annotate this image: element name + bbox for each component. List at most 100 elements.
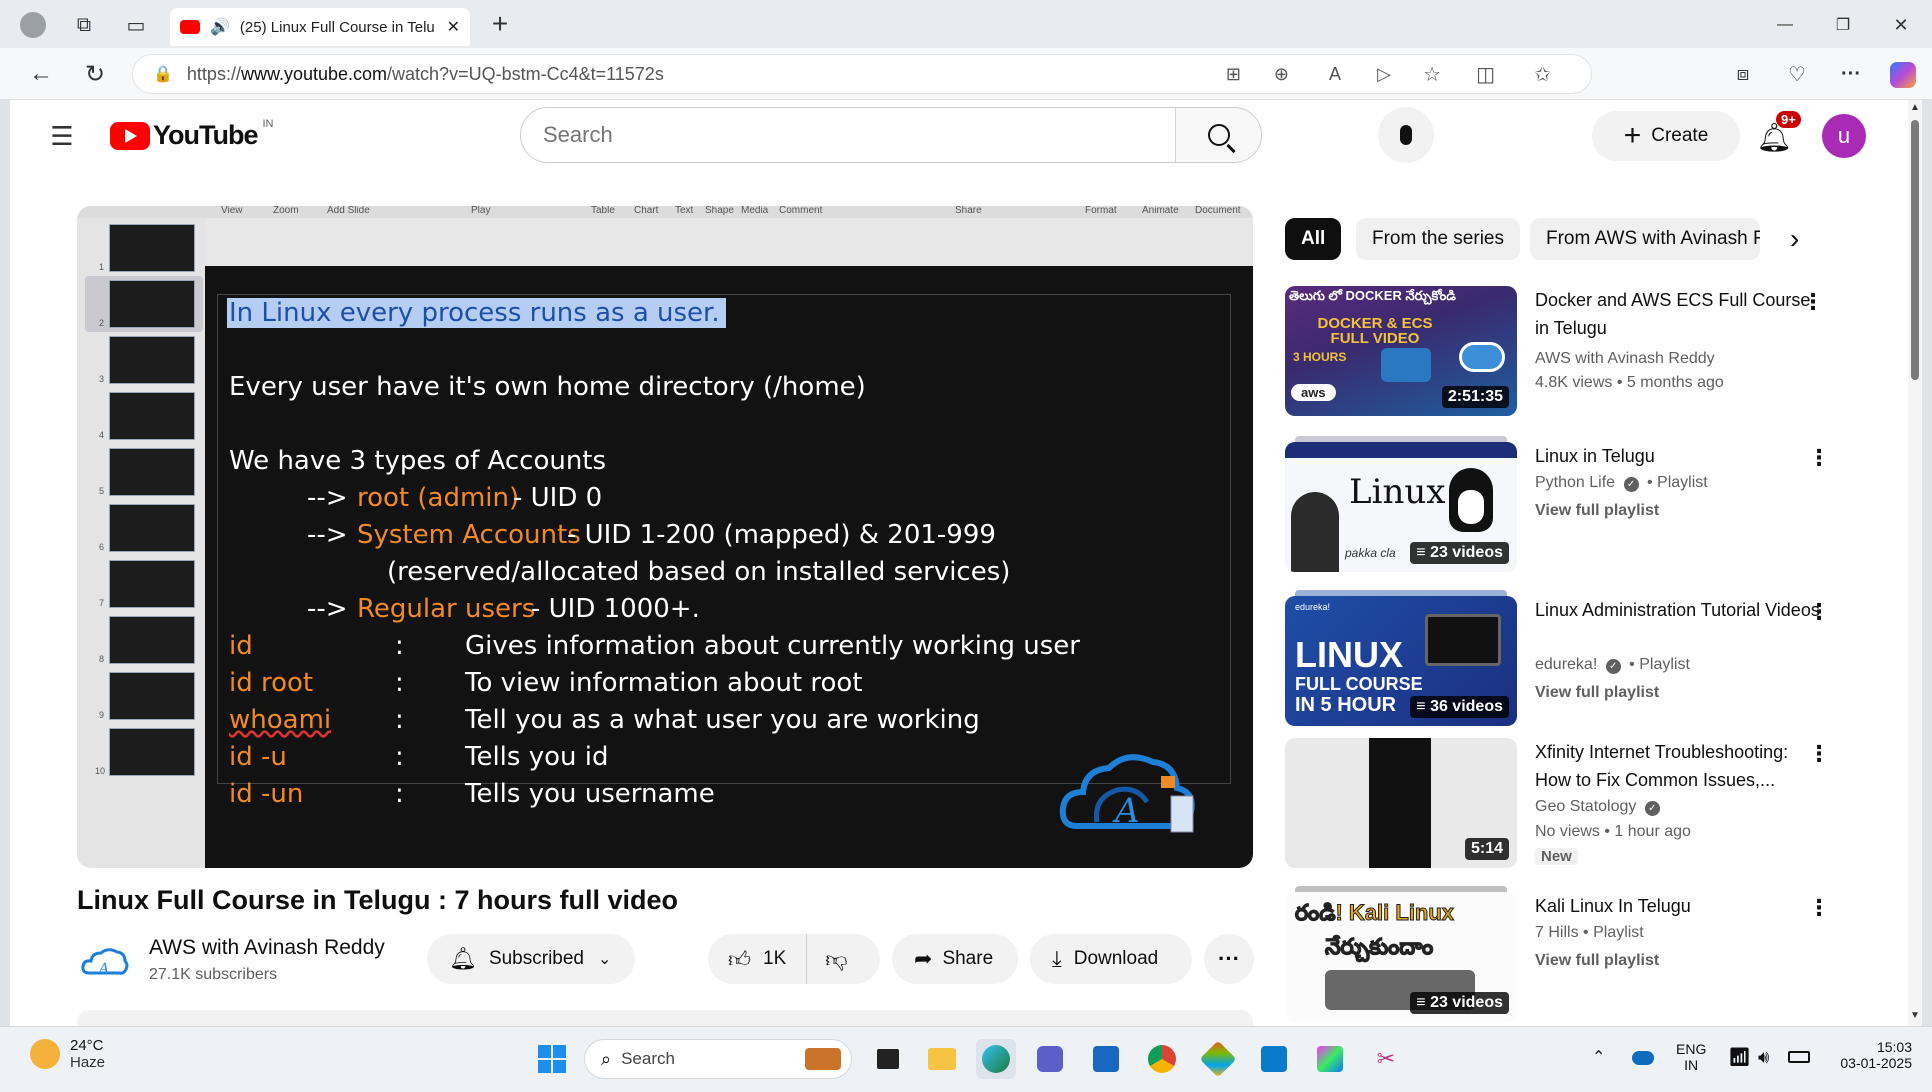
tab-close-icon[interactable]: ✕: [447, 17, 460, 37]
slide-thumb-5[interactable]: [109, 448, 195, 496]
slide-thumb-7[interactable]: [109, 560, 195, 608]
taskbar-search-box[interactable]: ⌕ Search: [584, 1039, 852, 1079]
playlist-title[interactable]: Linux Administration Tutorial Videos: [1535, 596, 1825, 624]
create-button[interactable]: + Create: [1592, 111, 1740, 161]
chip-all[interactable]: All: [1285, 218, 1342, 260]
profile-icon[interactable]: [20, 12, 46, 38]
channel-name[interactable]: 7 Hills: [1535, 924, 1579, 941]
video-menu-icon[interactable]: ⋮: [1807, 743, 1831, 768]
clock[interactable]: 15:03 03-01-2025: [1828, 1039, 1912, 1071]
video-menu-icon[interactable]: ⋮: [1807, 601, 1831, 626]
playlist-item[interactable]: రండి! Kali Linux నేర్చుకుందాం ≡ 23 video…: [1285, 886, 1845, 1026]
teams-icon[interactable]: [1030, 1039, 1070, 1079]
video-thumbnail[interactable]: తెలుగు లో DOCKER నేర్చుకోండి DOCKER & EC…: [1285, 286, 1517, 416]
chip-from-channel[interactable]: From AWS with Avinash R: [1530, 218, 1760, 260]
playlist-item[interactable]: edureka! LINUX FULL COURSE IN 5 HOUR ≡ 3…: [1285, 590, 1845, 726]
weather-widget[interactable]: 24°C Haze: [30, 1037, 105, 1071]
slide-thumb-1[interactable]: [109, 224, 195, 272]
collections-icon[interactable]: ⧈: [1728, 60, 1758, 88]
slide-thumb-10[interactable]: [109, 728, 195, 776]
playlist-title[interactable]: Kali Linux In Telugu: [1535, 892, 1825, 920]
video-title[interactable]: Xfinity Internet Troubleshooting: How to…: [1535, 738, 1825, 794]
snipping-tool-icon[interactable]: ✂: [1366, 1039, 1406, 1079]
search-button[interactable]: [1175, 108, 1261, 162]
app-available-icon[interactable]: ⊞: [1226, 64, 1241, 85]
slide-thumb-2[interactable]: [109, 280, 195, 328]
copilot-icon[interactable]: [1890, 62, 1916, 88]
view-full-playlist-link[interactable]: View full playlist: [1535, 502, 1659, 520]
video-menu-icon[interactable]: ⋮: [1807, 897, 1831, 922]
avatar[interactable]: u: [1822, 114, 1866, 158]
chip-from-the-series[interactable]: From the series: [1356, 218, 1520, 260]
slide-thumb-8[interactable]: [109, 616, 195, 664]
chrome-icon[interactable]: [1142, 1039, 1182, 1079]
show-hidden-icons-icon[interactable]: ⌃: [1592, 1047, 1605, 1067]
read-aloud-icon[interactable]: A: [1329, 64, 1341, 85]
vscode-icon[interactable]: [1254, 1039, 1294, 1079]
more-actions-button[interactable]: ···: [1204, 934, 1254, 984]
battery-icon[interactable]: [1788, 1051, 1810, 1063]
close-window-button[interactable]: ✕: [1886, 12, 1916, 38]
maximize-button[interactable]: ❐: [1828, 12, 1858, 38]
channel-avatar[interactable]: A: [80, 938, 130, 988]
onedrive-icon[interactable]: [1632, 1051, 1654, 1065]
zoom-icon[interactable]: ⊕: [1274, 64, 1289, 85]
view-full-playlist-link[interactable]: View full playlist: [1535, 952, 1659, 970]
channel-name[interactable]: edureka!: [1535, 656, 1597, 673]
slide-thumb-4[interactable]: [109, 392, 195, 440]
minimize-button[interactable]: —: [1770, 12, 1800, 38]
playlist-title[interactable]: Linux in Telugu: [1535, 442, 1825, 470]
playlist-thumbnail[interactable]: రండి! Kali Linux నేర్చుకుందాం ≡ 23 video…: [1285, 892, 1517, 1022]
refresh-icon[interactable]: ↻: [80, 60, 110, 88]
channel-name[interactable]: AWS with Avinash Reddy: [1535, 350, 1715, 368]
share-button[interactable]: ➦ Share: [892, 934, 1018, 984]
video-menu-icon[interactable]: ⋮: [1801, 291, 1825, 316]
channel-name[interactable]: Python Life: [1535, 474, 1615, 491]
slide-thumb-6[interactable]: [109, 504, 195, 552]
workspaces-icon[interactable]: ⧉: [70, 12, 98, 38]
active-tab[interactable]: 🔊 (25) Linux Full Course in Telu ✕: [170, 8, 470, 46]
language-indicator[interactable]: ENG IN: [1676, 1041, 1706, 1073]
youtube-logo[interactable]: YouTube IN: [110, 118, 273, 151]
dislike-button[interactable]: 👎︎: [807, 934, 865, 984]
new-tab-button[interactable]: +: [484, 8, 516, 40]
voice-search-button[interactable]: [1378, 107, 1434, 163]
slide-thumb-9[interactable]: [109, 672, 195, 720]
slide-thumb-3[interactable]: [109, 336, 195, 384]
playlist-thumbnail[interactable]: edureka! LINUX FULL COURSE IN 5 HOUR ≡ 3…: [1285, 596, 1517, 726]
microsoft-store-icon[interactable]: [1086, 1039, 1126, 1079]
subscribed-button[interactable]: 🔔︎ Subscribed ⌄: [427, 934, 635, 984]
video-title[interactable]: Docker and AWS ECS Full Course in Telugu: [1535, 286, 1825, 342]
recommendation-item[interactable]: తెలుగు లో DOCKER నేర్చుకోండి DOCKER & EC…: [1285, 286, 1845, 416]
jetbrains-icon[interactable]: [1310, 1039, 1350, 1079]
address-bar[interactable]: 🔒 https://www.youtube.com/watch?v=UQ-bst…: [132, 54, 1592, 94]
channel-name[interactable]: Geo Statology: [1535, 798, 1636, 815]
playlist-item[interactable]: Linux pakka cla ≡ 23 videos Linux in Tel…: [1285, 436, 1845, 572]
back-icon[interactable]: ←: [26, 60, 56, 88]
audio-playing-icon[interactable]: 🔊: [210, 17, 230, 37]
notifications-button[interactable]: 🔔︎ 9+: [1752, 111, 1801, 159]
search-box[interactable]: [520, 107, 1262, 163]
scroll-up-arrow-icon[interactable]: ▲: [1910, 102, 1920, 113]
wifi-icon[interactable]: 📶︎: [1728, 1047, 1751, 1068]
start-windows-icon[interactable]: [532, 1039, 572, 1079]
split-screen-icon[interactable]: ◫: [1476, 62, 1495, 87]
recommendation-item[interactable]: 5:14 Xfinity Internet Troubleshooting: H…: [1285, 738, 1845, 868]
edge-browser-icon[interactable]: [976, 1039, 1016, 1079]
favorite-star-icon[interactable]: ☆: [1423, 62, 1441, 87]
like-button[interactable]: 👍︎ 1K: [708, 934, 808, 984]
video-thumbnail[interactable]: 5:14: [1285, 738, 1517, 868]
view-full-playlist-link[interactable]: View full playlist: [1535, 684, 1659, 702]
favorites-icon[interactable]: ✩: [1534, 62, 1551, 87]
file-explorer-icon[interactable]: [922, 1039, 962, 1079]
video-player[interactable]: View Zoom Add Slide Play Table Chart Tex…: [77, 206, 1253, 868]
tab-actions-icon[interactable]: ▭: [122, 12, 150, 38]
task-view-icon[interactable]: [868, 1039, 908, 1079]
scroll-down-arrow-icon[interactable]: ▼: [1910, 1010, 1920, 1021]
playlist-thumbnail[interactable]: Linux pakka cla ≡ 23 videos: [1285, 442, 1517, 572]
more-options-icon[interactable]: ···: [1836, 60, 1866, 88]
page-scrollbar-thumb[interactable]: [1911, 120, 1919, 380]
copilot-app-icon[interactable]: [1198, 1039, 1238, 1079]
chips-next-icon[interactable]: ›: [1790, 223, 1799, 255]
immersive-reader-icon[interactable]: ▷: [1377, 64, 1391, 85]
